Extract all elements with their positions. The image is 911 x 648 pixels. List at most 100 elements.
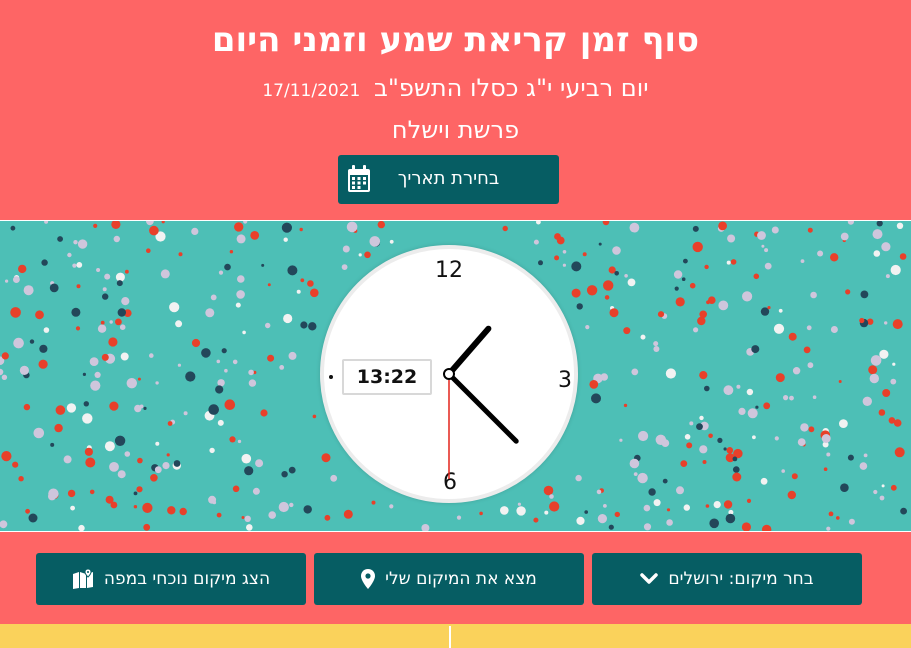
confetti-dot [657, 311, 665, 318]
confetti-dot [155, 441, 160, 446]
confetti-dot [868, 365, 878, 375]
confetti-dot [653, 341, 659, 347]
confetti-dot [93, 223, 98, 228]
confetti-dot [823, 467, 828, 471]
confetti-dot [674, 286, 679, 291]
confetti-dot [137, 377, 141, 381]
confetti-dot [75, 326, 81, 331]
confetti-dot [173, 460, 181, 467]
confetti-dot [283, 237, 288, 242]
confetti-dot [830, 326, 838, 333]
confetti-dot [708, 433, 713, 439]
confetti-dot [591, 393, 601, 404]
confetti-dot [113, 235, 121, 243]
confetti-dot [246, 524, 253, 531]
location-select-button[interactable]: בחר מיקום: ירושלים [592, 553, 862, 605]
confetti-dot [205, 308, 215, 318]
confetti-dot [847, 221, 854, 225]
confetti-dot [612, 246, 621, 255]
confetti-dot [149, 353, 154, 358]
confetti-dot [115, 318, 122, 326]
confetti-dot [741, 522, 751, 531]
confetti-dot [699, 415, 704, 421]
confetti-dot [216, 359, 221, 364]
confetti-dot [596, 489, 602, 495]
confetti-dot [55, 405, 66, 415]
confetti-dot [166, 453, 170, 457]
confetti-dot [78, 524, 85, 531]
confetti-dot [90, 380, 101, 391]
confetti-dot [627, 278, 636, 287]
confetti-dot [18, 264, 27, 274]
confetti-dot [137, 457, 143, 464]
confetti-dot [704, 264, 709, 270]
confetti-dot [633, 472, 638, 476]
confetti-dot [160, 269, 170, 279]
confetti-dot [217, 379, 225, 387]
confetti-dot [241, 453, 252, 464]
confetti-dot [736, 384, 741, 389]
confetti-dot [96, 268, 101, 272]
confetti-dot [732, 456, 738, 462]
confetti-dot [603, 280, 614, 291]
confetti-dot [614, 511, 620, 518]
confetti-dot [683, 504, 690, 511]
confetti-dot [753, 273, 760, 280]
confetti-dot [549, 501, 560, 512]
confetti-dot [267, 354, 275, 362]
confetti-dot [747, 408, 758, 419]
gregorian-date: 17/11/2021 [262, 81, 361, 101]
confetti-dot [778, 308, 783, 313]
find-my-location-button[interactable]: מצא את המיקום שלי [314, 553, 584, 605]
confetti-dot [640, 334, 646, 340]
confetti-dot [268, 511, 277, 519]
confetti-dot [0, 520, 8, 529]
confetti-dot [800, 423, 809, 432]
confetti-dot [89, 489, 95, 495]
confetti-dot [133, 505, 138, 509]
confetti-dot [183, 411, 188, 416]
confetti-dot [792, 367, 801, 375]
confetti-dot [614, 271, 619, 276]
confetti-dot [892, 362, 896, 366]
show-location-on-map-button[interactable]: הצג מיקום נוכחי במפה [36, 553, 306, 605]
confetti-dot [242, 330, 246, 335]
confetti-dot [839, 419, 848, 428]
confetti-dot [692, 241, 703, 253]
confetti-dot [817, 250, 824, 257]
confetti-dot [718, 300, 729, 311]
confetti-dot [791, 473, 798, 480]
confetti-dot [109, 401, 119, 411]
confetti-dot [54, 423, 63, 433]
confetti-dot [718, 221, 727, 231]
confetti-dot [533, 239, 539, 245]
confetti-dot [1, 352, 9, 360]
confetti-dot [757, 231, 766, 240]
confetti-dot [109, 462, 119, 472]
confetti-dot [324, 514, 331, 521]
confetti-dot [208, 495, 217, 504]
confetti-dot [49, 283, 59, 293]
confetti-dot [217, 419, 224, 426]
confetti-dot [643, 523, 652, 531]
confetti-dot [243, 221, 248, 224]
confetti-dot [585, 325, 590, 330]
map-icon [72, 569, 93, 589]
confetti-dot [143, 406, 147, 410]
confetti-dot [149, 225, 159, 236]
confetti-dot [665, 368, 677, 379]
confetti-dot [260, 409, 268, 417]
confetti-dot [830, 253, 839, 262]
confetti-dot [216, 512, 222, 518]
confetti-dot [389, 504, 394, 509]
confetti-dot [584, 510, 588, 514]
hour-hand [446, 325, 492, 377]
confetti-dot [603, 504, 607, 508]
confetti-dot [19, 365, 29, 375]
confetti-dot [899, 253, 907, 260]
choose-date-button[interactable]: בחירת תאריך [338, 155, 559, 204]
confetti-dot [761, 244, 765, 248]
confetti-dot [727, 234, 736, 243]
confetti-dot [544, 510, 549, 515]
confetti-dot [296, 289, 301, 294]
